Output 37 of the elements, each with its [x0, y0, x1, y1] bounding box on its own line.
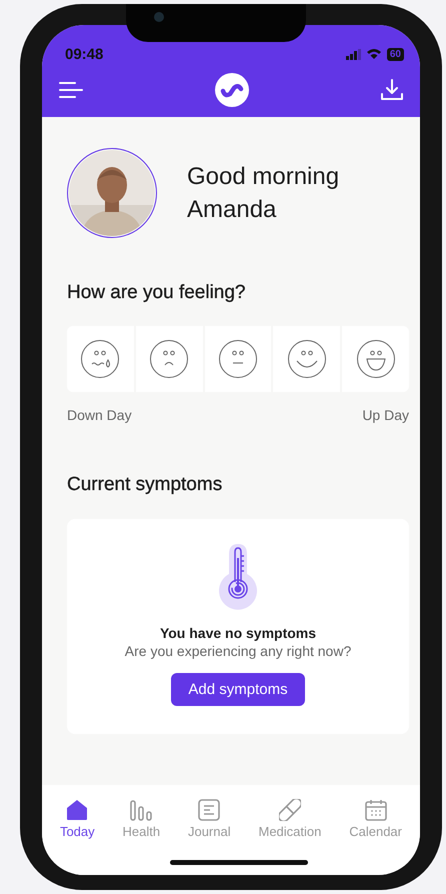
tab-item[interactable]: Calendar: [349, 799, 402, 843]
tab-item[interactable]: Health: [122, 799, 160, 843]
face-icon: [149, 339, 190, 379]
face-icon: [356, 339, 396, 379]
section-heading: How are you feeling?: [67, 282, 246, 304]
mood-option[interactable]: [342, 326, 409, 392]
battery-level: 60: [386, 48, 404, 60]
empty-state-title: You have no symptoms: [160, 625, 316, 641]
menu-icon[interactable]: [59, 80, 83, 100]
section-heading: Current symptoms: [67, 474, 224, 496]
tab-item[interactable]: Journal: [188, 799, 231, 843]
camera-icon: [154, 12, 164, 22]
mood-option[interactable]: [273, 326, 340, 392]
greeting-text: Good morning Amanda: [187, 162, 340, 225]
tab-item[interactable]: Medication: [258, 799, 322, 843]
scale-label: Up Day: [362, 407, 409, 423]
mood-option[interactable]: [67, 326, 134, 392]
face-icon: [286, 339, 327, 379]
scale-label: Down Day: [67, 407, 132, 423]
calendar-icon: [364, 799, 387, 821]
home-icon: [66, 799, 88, 821]
mood-option[interactable]: [136, 326, 203, 392]
signal-icon: [346, 48, 361, 60]
empty-state-text: Are you experiencing any right now?: [124, 643, 352, 659]
face-icon: [218, 339, 258, 379]
logo-icon: [215, 73, 249, 107]
face-icon: [80, 339, 120, 379]
bar-chart-icon: [130, 799, 152, 821]
status-time: 09:48: [65, 46, 104, 62]
pill-icon: [278, 799, 301, 821]
tab-item[interactable]: Today: [60, 799, 95, 843]
mood-option[interactable]: [204, 326, 272, 392]
wifi-icon: [366, 48, 382, 60]
document-icon: [198, 799, 220, 821]
download-icon[interactable]: [381, 79, 403, 101]
thermometer-icon: [217, 544, 259, 610]
add-symptoms-button[interactable]: Add symptoms: [171, 673, 305, 706]
